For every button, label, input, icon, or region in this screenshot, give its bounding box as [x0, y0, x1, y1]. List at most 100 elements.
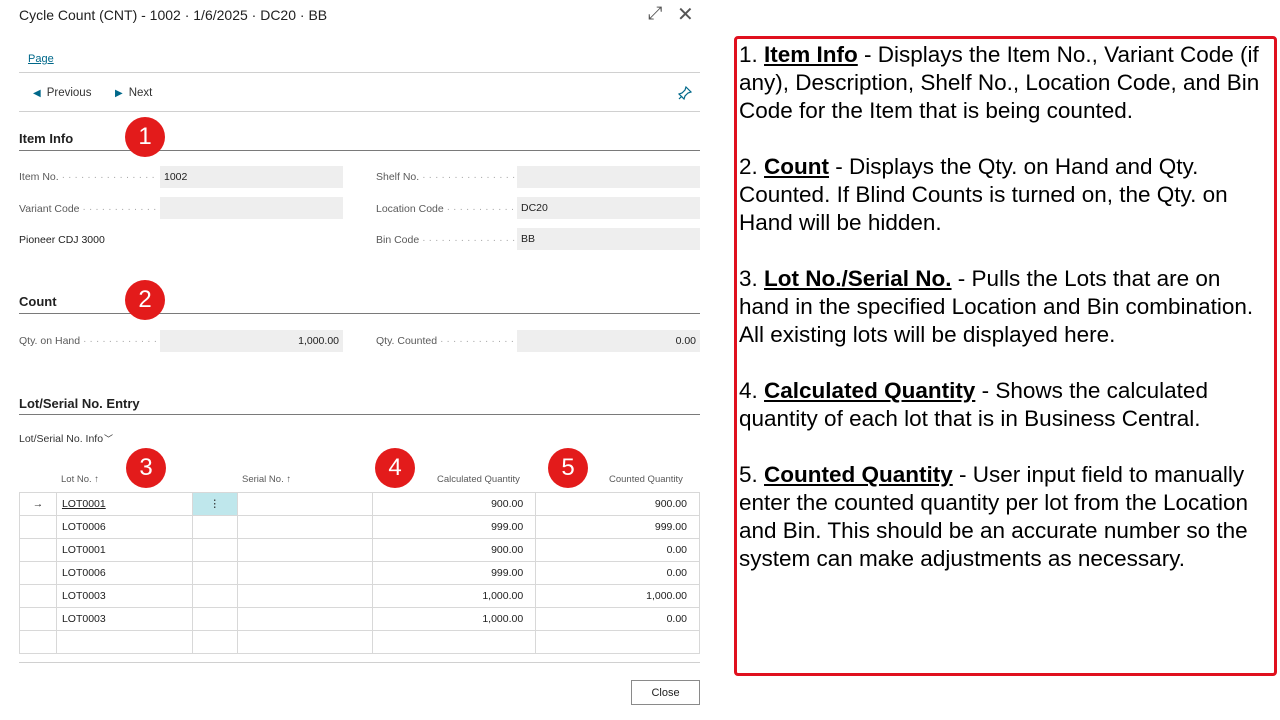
counted-quantity-cell[interactable]: 999.00 — [535, 515, 700, 539]
callout-notes-panel: 1. Item Info - Displays the Item No., Va… — [734, 36, 1277, 676]
callout-badge-4: 4 — [375, 448, 415, 488]
serial-no-cell[interactable] — [236, 607, 374, 631]
counted-quantity-cell[interactable]: 1,000.00 — [535, 584, 700, 608]
lot-no-cell[interactable]: LOT0001 — [55, 492, 193, 516]
counted-quantity-cell[interactable]: 0.00 — [535, 561, 700, 585]
calculated-quantity-cell: 900.00 — [372, 492, 537, 516]
nav-divider — [19, 111, 700, 112]
table-row[interactable]: LOT0006 999.00 0.00 — [19, 561, 700, 585]
row-actions-cell[interactable] — [191, 584, 238, 608]
note-term: Counted Quantity — [764, 462, 953, 487]
note-term: Count — [764, 154, 830, 179]
qty-on-hand-label: Qty. on Hand — [19, 335, 159, 347]
calculated-quantity-cell: 1,000.00 — [372, 607, 537, 631]
cycle-count-dialog: Cycle Count (CNT) - 1002 · 1/6/2025 · DC… — [0, 0, 712, 720]
more-options-icon[interactable]: ⋮ — [209, 498, 220, 510]
dialog-title: Cycle Count (CNT) - 1002 · 1/6/2025 · DC… — [19, 7, 328, 23]
counted-quantity-cell[interactable]: 0.00 — [535, 538, 700, 562]
row-selector[interactable] — [19, 538, 57, 562]
row-selector[interactable] — [19, 561, 57, 585]
lot-no-cell[interactable]: LOT0006 — [55, 515, 193, 539]
row-actions-cell[interactable] — [191, 515, 238, 539]
previous-label: Previous — [46, 87, 92, 99]
table-row[interactable]: LOT0006 999.00 999.00 — [19, 515, 700, 539]
serial-no-cell[interactable] — [236, 561, 374, 585]
lot-no-link[interactable]: LOT0001 — [62, 498, 106, 510]
count-heading[interactable]: Count — [19, 294, 57, 309]
location-code-field[interactable]: DC20 — [517, 197, 700, 219]
note-term: Item Info — [764, 42, 858, 67]
serial-no-cell[interactable] — [236, 492, 374, 516]
qty-on-hand-field[interactable]: 1,000.00 — [160, 330, 343, 352]
column-header-serial-no[interactable]: Serial No. ↑ — [242, 474, 291, 485]
serial-no-cell[interactable] — [236, 630, 374, 654]
callout-badge-3: 3 — [126, 448, 166, 488]
lot-no-cell[interactable]: LOT0006 — [55, 561, 193, 585]
column-header-lot-no[interactable]: Lot No. ↑ — [61, 474, 99, 485]
serial-no-cell[interactable] — [236, 515, 374, 539]
table-row[interactable]: LOT0003 1,000.00 1,000.00 — [19, 584, 700, 608]
bin-code-field[interactable]: BB — [517, 228, 700, 250]
lot-serial-grid: → LOT0001 ⋮ 900.00 900.00 LOT0006 999.00… — [19, 492, 700, 654]
pin-icon[interactable] — [677, 85, 693, 103]
table-row[interactable]: → LOT0001 ⋮ 900.00 900.00 — [19, 492, 700, 516]
calculated-quantity-cell: 999.00 — [372, 561, 537, 585]
note-item: 3. Lot No./Serial No. - Pulls the Lots t… — [739, 265, 1270, 349]
note-number: 3. — [739, 266, 758, 291]
row-selector[interactable] — [19, 607, 57, 631]
row-selector[interactable] — [19, 584, 57, 608]
note-number: 2. — [739, 154, 758, 179]
next-button[interactable]: ▶ Next — [115, 87, 152, 99]
close-icon[interactable]: ✕ — [677, 2, 694, 27]
row-selector[interactable] — [19, 515, 57, 539]
table-row[interactable]: LOT0003 1,000.00 0.00 — [19, 607, 700, 631]
column-header-calculated-quantity[interactable]: Calculated Quantity — [437, 474, 520, 485]
close-button[interactable]: Close — [631, 680, 700, 705]
page-menu-tab[interactable]: Page — [28, 53, 54, 65]
previous-button[interactable]: ◀ Previous — [33, 87, 91, 99]
lot-no-cell[interactable]: LOT0003 — [55, 607, 193, 631]
qty-counted-label: Qty. Counted — [376, 335, 516, 347]
variant-code-label: Variant Code — [19, 203, 159, 215]
bin-code-label: Bin Code — [376, 234, 516, 246]
table-row[interactable]: LOT0001 900.00 0.00 — [19, 538, 700, 562]
shelf-no-label: Shelf No. — [376, 171, 516, 183]
lot-entry-heading[interactable]: Lot/Serial No. Entry — [19, 396, 140, 411]
column-header-counted-quantity[interactable]: Counted Quantity — [609, 474, 683, 485]
callout-badge-1: 1 — [125, 117, 165, 157]
lot-no-cell[interactable]: LOT0003 — [55, 584, 193, 608]
chevron-down-icon: ﹀ — [104, 434, 114, 444]
shelf-no-field[interactable] — [517, 166, 700, 188]
row-actions-cell[interactable] — [191, 561, 238, 585]
row-actions-cell[interactable] — [191, 630, 238, 654]
item-description: Pioneer CDJ 3000 — [19, 234, 105, 246]
calculated-quantity-cell: 999.00 — [372, 515, 537, 539]
count-divider — [19, 313, 700, 314]
counted-quantity-cell[interactable] — [535, 630, 700, 654]
callout-badge-2: 2 — [125, 280, 165, 320]
note-number: 4. — [739, 378, 758, 403]
lot-info-menu[interactable]: Lot/Serial No. Info﹀ — [19, 432, 113, 445]
row-actions-cell[interactable] — [191, 607, 238, 631]
note-number: 1. — [739, 42, 758, 67]
row-selector-arrow-icon[interactable]: → — [19, 492, 57, 516]
counted-quantity-cell[interactable]: 0.00 — [535, 607, 700, 631]
table-row-empty[interactable] — [19, 630, 700, 654]
item-info-divider — [19, 150, 700, 151]
serial-no-cell[interactable] — [236, 584, 374, 608]
lot-no-cell[interactable]: LOT0001 — [55, 538, 193, 562]
triangle-right-icon: ▶ — [115, 88, 123, 99]
row-actions-cell[interactable] — [191, 538, 238, 562]
counted-quantity-cell[interactable]: 900.00 — [535, 492, 700, 516]
serial-no-cell[interactable] — [236, 538, 374, 562]
note-term: Calculated Quantity — [764, 378, 976, 403]
qty-counted-field[interactable]: 0.00 — [517, 330, 700, 352]
item-info-heading[interactable]: Item Info — [19, 131, 73, 146]
lot-no-cell[interactable] — [55, 630, 193, 654]
row-actions-menu[interactable]: ⋮ — [191, 492, 238, 516]
next-label: Next — [128, 87, 153, 99]
row-selector[interactable] — [19, 630, 57, 654]
variant-code-field[interactable] — [160, 197, 343, 219]
expand-icon[interactable]: ⤢ — [648, 3, 662, 24]
item-no-field[interactable]: 1002 — [160, 166, 343, 188]
